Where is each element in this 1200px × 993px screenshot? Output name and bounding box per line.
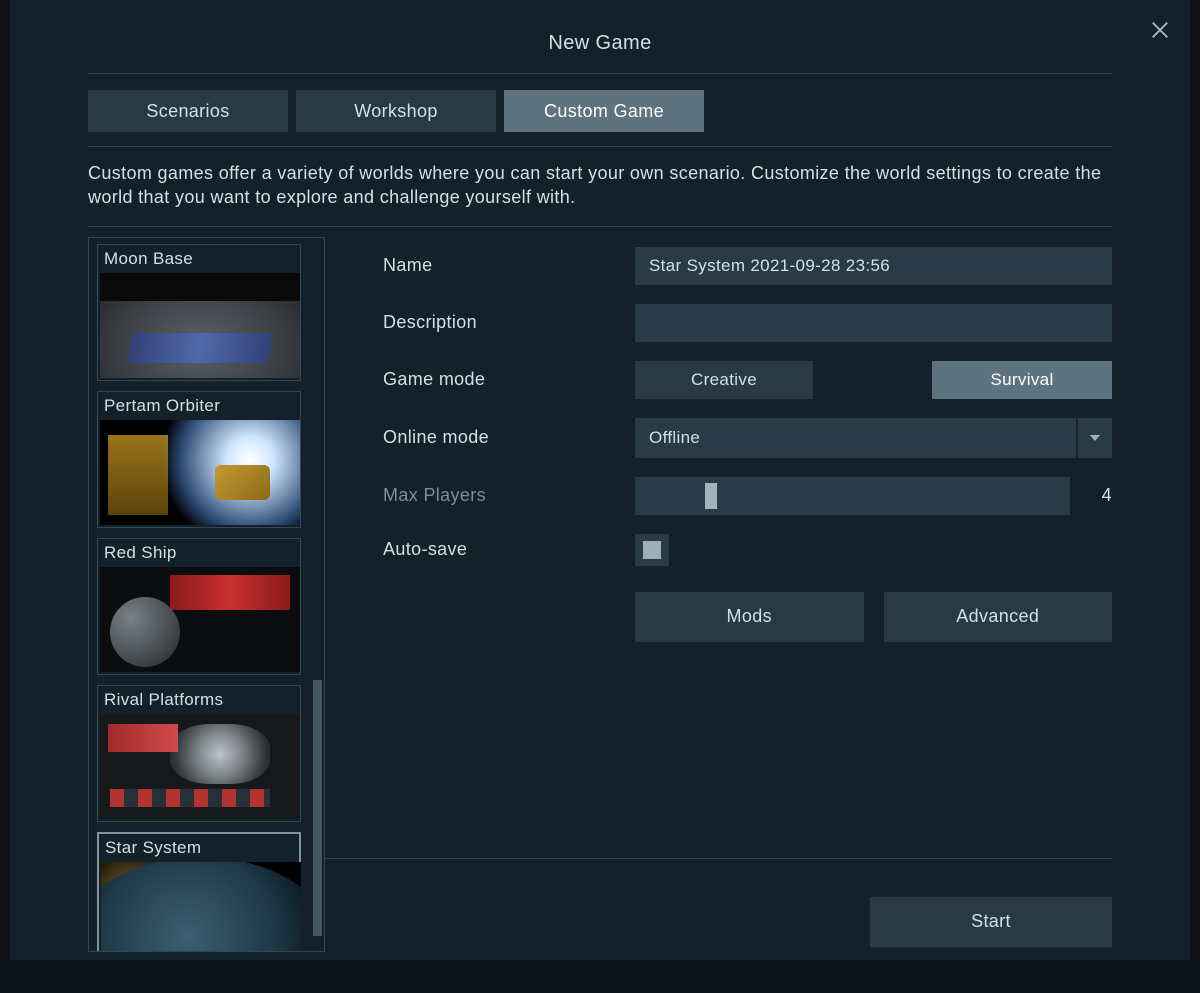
- max-players-label: Max Players: [383, 485, 635, 506]
- scenario-title: Moon Base: [100, 247, 298, 273]
- scenario-scrollbar-thumb[interactable]: [313, 680, 322, 937]
- scenario-card-moon-base[interactable]: Moon Base: [97, 244, 301, 381]
- divider: [88, 73, 1112, 74]
- scenario-thumbnail: [101, 862, 301, 951]
- scenario-scroll[interactable]: Moon Base Pertam Orbiter Red Ship Rival …: [89, 238, 311, 951]
- window-title: New Game: [10, 0, 1190, 73]
- scenario-card-pertam-orbiter[interactable]: Pertam Orbiter: [97, 391, 301, 528]
- game-mode-label: Game mode: [383, 369, 635, 390]
- name-label: Name: [383, 255, 635, 276]
- online-mode-label: Online mode: [383, 427, 635, 448]
- description-label: Description: [383, 312, 635, 333]
- scenario-title: Rival Platforms: [100, 688, 298, 714]
- tab-workshop[interactable]: Workshop: [296, 90, 496, 132]
- survival-button[interactable]: Survival: [932, 361, 1112, 399]
- close-button[interactable]: [1146, 16, 1174, 44]
- scenario-list-panel: Moon Base Pertam Orbiter Red Ship Rival …: [88, 237, 325, 952]
- scenario-thumbnail: [100, 273, 300, 378]
- description-input[interactable]: [635, 304, 1112, 342]
- autosave-label: Auto-save: [383, 539, 635, 560]
- autosave-checkbox[interactable]: [635, 534, 669, 566]
- tab-custom-game[interactable]: Custom Game: [504, 90, 704, 132]
- scenario-thumbnail: [100, 420, 300, 525]
- scenario-card-star-system[interactable]: Star System: [97, 832, 301, 951]
- scenario-title: Pertam Orbiter: [100, 394, 298, 420]
- close-icon: [1149, 19, 1171, 41]
- creative-button[interactable]: Creative: [635, 361, 813, 399]
- mods-button[interactable]: Mods: [635, 592, 864, 642]
- scenario-title: Red Ship: [100, 541, 298, 567]
- name-input[interactable]: [635, 247, 1112, 285]
- max-players-value: 4: [1094, 485, 1112, 506]
- start-button[interactable]: Start: [870, 897, 1112, 947]
- online-mode-dropdown[interactable]: Offline: [635, 418, 1112, 458]
- divider: [88, 146, 1112, 147]
- chevron-down-icon: [1076, 418, 1112, 458]
- checkbox-checked-icon: [643, 541, 661, 559]
- scenario-thumbnail: [100, 714, 300, 819]
- online-mode-value: Offline: [635, 428, 700, 448]
- tab-scenarios[interactable]: Scenarios: [88, 90, 288, 132]
- main-area: Moon Base Pertam Orbiter Red Ship Rival …: [88, 237, 1112, 957]
- divider: [325, 858, 1112, 859]
- slider-handle[interactable]: [705, 483, 717, 509]
- advanced-button[interactable]: Advanced: [884, 592, 1113, 642]
- scenario-scrollbar-track[interactable]: [311, 238, 324, 951]
- settings-form: Name Description Game mode Creative Surv…: [325, 237, 1112, 957]
- scenario-title: Star System: [101, 836, 297, 862]
- new-game-window: New Game Scenarios Workshop Custom Game …: [10, 0, 1190, 960]
- tab-bar: Scenarios Workshop Custom Game: [88, 90, 1112, 132]
- scenario-card-rival-platforms[interactable]: Rival Platforms: [97, 685, 301, 822]
- scenario-card-red-ship[interactable]: Red Ship: [97, 538, 301, 675]
- description-text: Custom games offer a variety of worlds w…: [88, 161, 1112, 227]
- scenario-thumbnail: [100, 567, 300, 672]
- max-players-slider[interactable]: [635, 477, 1070, 515]
